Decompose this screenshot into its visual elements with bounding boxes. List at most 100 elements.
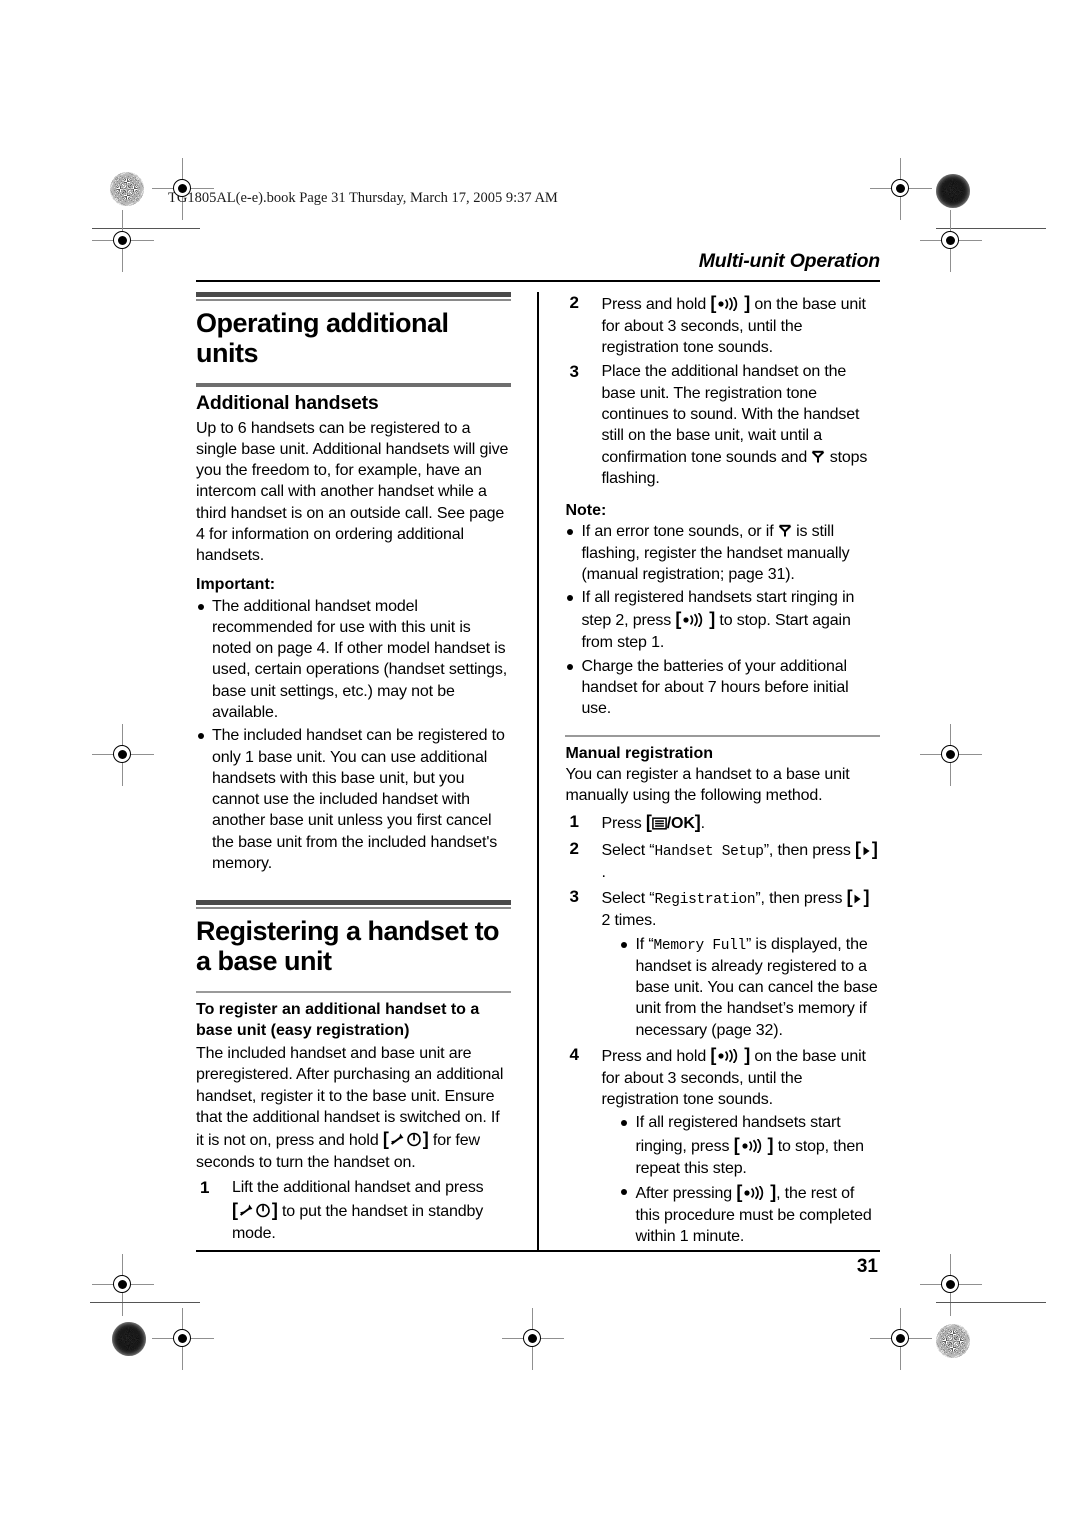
subsection-rule [196,991,511,993]
step-text-b: ”, then press [763,841,855,859]
section-heading-additional-handsets: Additional handsets [196,391,379,414]
footer-rule [196,1250,880,1252]
crop-line [936,1302,1046,1304]
antenna-signal-icon [778,525,791,537]
pager-key: [] [675,609,716,630]
antenna-signal-icon [812,450,825,463]
right-arrow-icon [863,846,870,855]
step-number: 3 [569,362,579,382]
power-off-key: [] [232,1199,278,1220]
menu-ok-icon [651,817,667,830]
step-number: 2 [569,293,579,312]
section-paragraph: Up to 6 handsets can be registered to a … [196,419,509,565]
step-text-a: Select “ [601,841,655,859]
list-item: If all registered handsets start ringing… [619,1112,880,1178]
menu-ok-key: [/OK] [645,811,701,832]
right-arrow-key: [] [846,887,870,908]
step-text-a: Press and hold [601,1048,711,1065]
display-text: Handset Setup [654,843,764,860]
antenna-key [778,521,792,542]
list-item: Charge the batteries of your additional … [565,656,880,720]
column-gutter [525,292,552,1252]
pager-key: [] [710,293,751,313]
step-number: 1 [200,1178,210,1198]
list-item: The included handset can be registered t… [196,725,511,874]
running-head: Multi-unit Operation [698,250,880,272]
note-label: Note: [565,502,607,520]
header-rule [196,280,880,282]
page-body: Multi-unit Operation Operating additiona… [196,196,880,1286]
note-bullet-list: If an error tone sounds, or if is still … [565,521,880,719]
list-item: 4 Press and hold [] on the base unit for … [565,1044,880,1247]
registration-target-icon [92,1254,154,1316]
pager-speaker-icon [718,1048,738,1064]
registration-target-icon [92,724,154,786]
subsection-heading-easy-registration: To register an additional handset to a b… [196,1000,480,1039]
subsection-rule [565,735,881,737]
antenna-key [811,447,825,468]
list-item: If all registered handsets start ringing… [565,587,880,653]
power-off-key: [] [382,1129,429,1150]
chapter-rule [196,292,511,301]
manual-registration-paragraph: You can register a handset to a base uni… [565,766,850,805]
list-item: 1 Lift the additional handset and press [… [196,1177,511,1243]
right-column: 2 Press and hold [] on the base unit for … [551,292,881,1245]
phone-off-power-icon [390,1132,421,1147]
two-column-layout: Operating additional units Additional ha… [196,292,881,1252]
step-number: 2 [569,838,579,858]
step-text-a: Press and hold [601,296,711,313]
starburst-density-icon [110,172,144,206]
pager-speaker-icon [683,612,703,628]
right-arrow-key: [] [854,838,878,859]
step-number: 3 [569,887,579,907]
list-item: 1 Press [/OK]. [565,811,880,835]
bullet-text-a: If “ [635,935,654,953]
step-text-c: 2 times. [601,912,657,930]
step-number: 1 [569,811,579,831]
page-number: 31 [856,1256,878,1277]
list-item: If an error tone sounds, or if is still … [565,521,880,585]
step-text-b: . [700,814,705,832]
registration-target-icon [152,1308,214,1370]
important-label: Important: [196,576,276,594]
list-item: The additional handset model recommended… [196,596,511,724]
registration-target-icon [920,210,982,272]
manual-registration-steps: 1 Press [/OK]. 2 Select “Handset Setup”, t… [565,811,880,1248]
list-item: 3 Place the additional handset on the bas… [565,361,880,489]
step-text-a: Lift the additional handset and press [232,1179,484,1197]
step-text-a: Select “ [601,890,655,908]
step3-bullet-list: If “Memory Full” is displayed, the hands… [601,934,880,1041]
step4-bullet-list: If all registered handsets start ringing… [601,1112,880,1247]
registration-target-icon [502,1308,564,1370]
subsection-heading-manual-registration: Manual registration [565,744,714,762]
left-column: Operating additional units Additional ha… [196,292,525,1242]
pager-speaker-icon [741,1138,761,1154]
pager-key: [] [736,1181,777,1202]
step-text-c: . [601,863,606,881]
registration-target-icon [870,1308,932,1370]
starburst-density-icon [936,1324,970,1358]
step-number: 4 [569,1045,579,1064]
note-text-a: If an error tone sounds, or if [581,523,778,541]
registration-target-icon [870,158,932,220]
step-text-b: ”, then press [755,890,847,908]
right-arrow-icon [854,894,862,904]
list-item: If “Memory Full” is displayed, the hands… [619,934,880,1041]
easy-registration-steps-continued: 2 Press and hold [] on the base unit for … [565,292,880,489]
easy-registration-paragraph: The included handset and base unit are p… [196,1043,511,1173]
pager-speaker-icon [718,296,738,312]
display-text: Registration [654,892,756,909]
pager-speaker-icon [744,1185,764,1201]
phone-off-power-icon [239,1203,270,1217]
easy-registration-steps: 1 Lift the additional handset and press [… [196,1177,511,1243]
registration-target-icon [920,1254,982,1316]
page-title-registering: Registering a handset to a base unit [196,915,500,977]
display-text: Memory Full [653,937,747,954]
starburst-density-icon [112,1322,146,1356]
page-title: Operating additional units [196,307,449,369]
step-text-a: Press [601,814,646,832]
chapter-rule [196,900,511,909]
list-item: 3 Select “Registration”, then press [] 2 … [565,886,880,1041]
registration-target-icon [92,210,154,272]
pager-key: [] [733,1134,774,1155]
